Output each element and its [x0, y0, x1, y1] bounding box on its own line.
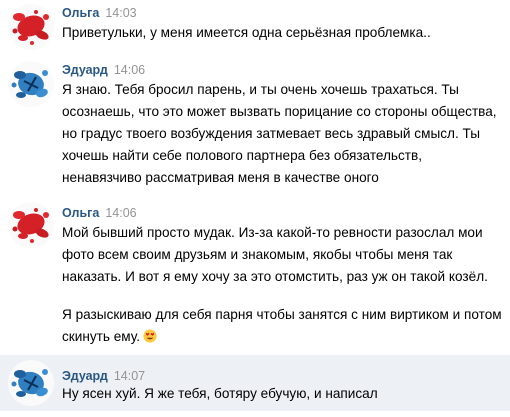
- message-text: Мой бывший просто мудак. Из-за какой-то …: [62, 225, 488, 284]
- message-text-line: Я разыскиваю для себя парня чтобы занятс…: [62, 307, 502, 344]
- message-author[interactable]: Ольга: [62, 6, 99, 20]
- heart-eyes-emoji-icon: [143, 329, 157, 343]
- message-time[interactable]: 14:03: [105, 6, 136, 20]
- avatar-eduard[interactable]: [8, 360, 54, 406]
- message-author[interactable]: Эдуард: [62, 63, 108, 77]
- message-author[interactable]: Эдуард: [62, 369, 108, 383]
- message-item: Эдуард 14:06 Я знаю. Тебя бросил парень, …: [0, 57, 510, 192]
- message-time[interactable]: 14:06: [105, 206, 136, 220]
- avatar-eduard[interactable]: [8, 61, 54, 107]
- message-time[interactable]: 14:07: [114, 369, 145, 383]
- message-text: Я знаю. Тебя бросил парень, и ты очень х…: [62, 82, 497, 185]
- message-feed: Ольга 14:03 Приветульки, у меня имеется о…: [0, 0, 510, 417]
- avatar-olga[interactable]: [8, 202, 54, 248]
- message-text: Я разыскиваю для себя парня чтобы занятс…: [62, 304, 502, 348]
- message-item: Ольга 14:03 Приветульки, у меня имеется о…: [0, 0, 510, 50]
- message-item: Ольга 14:06 Мой бывший просто мудак. Из-з…: [0, 200, 510, 350]
- avatar-olga[interactable]: [8, 4, 54, 50]
- blue-paint-splatter-icon: [8, 360, 54, 406]
- message-author[interactable]: Ольга: [62, 206, 99, 220]
- message-item-selected[interactable]: Эдуард 14:07 Ну ясен хуй. Я же тебя, ботя…: [0, 355, 510, 411]
- red-paint-splatter-icon: [8, 4, 54, 50]
- message-text: Ну ясен хуй. Я же тебя, ботяру ебучую, и…: [62, 386, 378, 401]
- message-text: Приветульки, у меня имеется одна серьёзн…: [62, 25, 431, 40]
- red-paint-splatter-icon: [8, 202, 54, 248]
- message-time[interactable]: 14:06: [114, 63, 145, 77]
- blue-paint-splatter-icon: [8, 61, 54, 107]
